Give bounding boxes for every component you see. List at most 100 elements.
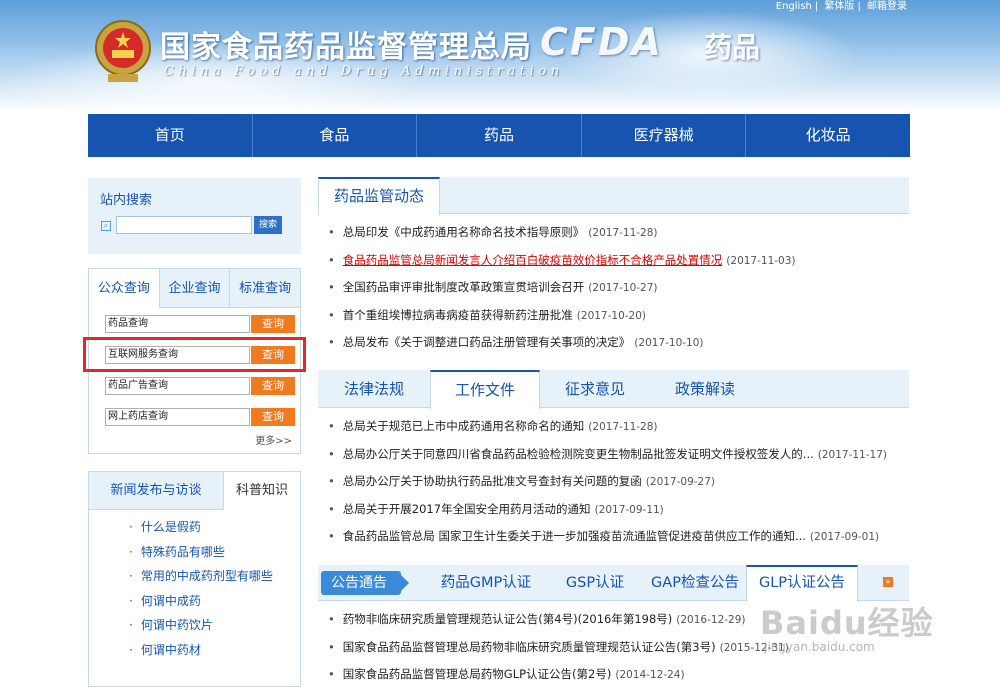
query-field-drug[interactable]: 药品查询 [105, 315, 250, 333]
news-date: (2017-10-27) [588, 282, 658, 295]
announcement-date: (2016-12-29) [676, 614, 746, 626]
query-field-drug-ad[interactable]: 药品广告查询 [105, 377, 250, 395]
query-row: 药品广告查询 查询 [105, 377, 295, 395]
list-item[interactable]: 总局印发《中成药通用名称命名技术指导原则》(2017-11-28) [328, 219, 909, 247]
news-date: (2017-10-10) [634, 337, 704, 350]
announcements-list: 药物非临床研究质量管理规范认证公告(第4号)(2016年第198号) (2016-… [328, 606, 909, 687]
tab-work-documents[interactable]: 工作文件 [430, 370, 540, 409]
site-section-title: 药品 [704, 31, 761, 64]
news-date: (2017-11-28) [588, 227, 658, 239]
nav-food[interactable]: 食品 [253, 114, 418, 157]
link-english[interactable]: English [776, 1, 812, 12]
news-title[interactable]: 食品药品监管总局新闻发言人介绍百白破疫苗效价指标不合格产品处置情况 [343, 253, 723, 267]
tab-gap-inspection[interactable]: GAP检查公告 [644, 565, 746, 601]
doc-date: (2017-09-11) [594, 503, 664, 516]
news-science-panel: 新闻发布与访谈 科普知识 什么是假药 特殊药品有哪些 常用的中成药剂型有哪些 何… [88, 471, 301, 687]
nav-medical-devices[interactable]: 医疗器械 [582, 114, 747, 157]
tab-public-query[interactable]: 公众查询 [89, 269, 159, 308]
list-item[interactable]: 总局关于规范已上市中成药通用名称命名的通知(2017-11-28) [328, 413, 909, 441]
doc-title[interactable]: 食品药品监管总局 国家卫生计生委关于进一步加强疫苗流通监管促进疫苗供应工作的通知… [343, 529, 806, 543]
nav-drugs[interactable]: 药品 [417, 114, 582, 157]
tab-laws-regulations[interactable]: 法律法规 [318, 370, 430, 408]
site-title-cn: 国家食品药品监督管理总局 [160, 30, 532, 65]
announcement-title[interactable]: 国家食品药品监督管理总局药物非临床研究质量管理规范认证公告(第3号) [343, 640, 716, 654]
site-header: English | 繁体版 | 邮箱登录 国家食品药品监督管理总局 China Fo… [0, 0, 1000, 112]
tab-gmp-certification[interactable]: 药品GMP认证 [426, 565, 546, 601]
list-item[interactable]: 何谓中药材 [129, 641, 273, 666]
announcements-badge: 公告通告 [321, 571, 409, 595]
search-button[interactable]: 搜索 [254, 216, 282, 234]
news-title[interactable]: 全国药品审评审批制度改革政策宣贯培训会召开 [343, 280, 585, 294]
top-links: English | 繁体版 | 邮箱登录 [775, 1, 907, 12]
list-item[interactable]: 总局发布《关于调整进口药品注册管理有关事项的决定》(2017-10-10) [328, 329, 909, 357]
news-date: (2017-10-20) [576, 309, 647, 322]
list-item[interactable]: 何谓中成药 [129, 592, 273, 617]
list-item[interactable]: 什么是假药 [129, 518, 273, 543]
list-item[interactable]: 总局办公厅关于同意四川省食品药品检验检测院变更生物制品批签发证明文件授权签发人的… [328, 441, 909, 469]
site-search-panel: 站内搜索 ⌕ 搜索 [88, 178, 301, 254]
doc-date: (2017-09-01) [809, 531, 880, 544]
doc-date: (2017-11-17) [817, 448, 887, 461]
list-item[interactable]: 何谓中药饮片 [129, 616, 273, 641]
nav-cosmetics[interactable]: 化妆品 [746, 114, 910, 157]
panel-tabbar: 法律法规 工作文件 征求意见 政策解读 [318, 370, 909, 409]
announcement-date: (2014-12-24) [615, 669, 685, 682]
tab-drug-regulation-news[interactable]: 药品监管动态 [318, 177, 440, 215]
search-title: 站内搜索 [100, 193, 153, 208]
tab-public-comments[interactable]: 征求意见 [540, 370, 650, 408]
list-item[interactable]: 总局办公厅关于协助执行药品批准文号查封有关问题的复函(2017-09-27) [328, 468, 909, 496]
query-tabs: 公众查询 企业查询 标准查询 [89, 269, 300, 308]
list-item[interactable]: 总局关于开展2017年全国安全用药月活动的通知(2017-09-11) [328, 496, 909, 524]
news-list: 总局印发《中成药通用名称命名技术指导原则》(2017-11-28) 食品药品监管… [328, 219, 909, 357]
tab-glp-certification[interactable]: GLP认证公告 [746, 565, 858, 602]
main-nav: 首页 食品 药品 医疗器械 化妆品 [88, 114, 910, 157]
science-list: 什么是假药 特殊药品有哪些 常用的中成药剂型有哪些 何谓中成药 何谓中药饮片 何… [129, 518, 273, 666]
query-field-online-pharmacy[interactable]: 网上药店查询 [105, 408, 250, 426]
query-button-online-pharmacy[interactable]: 查询 [251, 408, 295, 426]
nav-home[interactable]: 首页 [88, 114, 253, 157]
tab-standard-query[interactable]: 标准查询 [229, 269, 300, 307]
link-traditional[interactable]: 繁体版 [824, 1, 854, 12]
doc-title[interactable]: 总局关于开展2017年全国安全用药月活动的通知 [343, 502, 591, 516]
list-item[interactable]: 全国药品审评审批制度改革政策宣贯培训会召开(2017-10-27) [328, 274, 909, 302]
list-item[interactable]: 常用的中成药剂型有哪些 [129, 567, 273, 592]
link-mail-login[interactable]: 邮箱登录 [867, 1, 907, 12]
tab-news-interviews[interactable]: 新闻发布与访谈 [89, 472, 223, 509]
documents-list: 总局关于规范已上市中成药通用名称命名的通知(2017-11-28) 总局办公厅关… [328, 413, 909, 551]
list-item[interactable]: 食品药品监管总局新闻发言人介绍百白破疫苗效价指标不合格产品处置情况(2017-1… [328, 247, 909, 275]
query-more-link[interactable]: 更多>> [255, 432, 292, 447]
news-date: (2017-11-03) [726, 254, 796, 267]
doc-title[interactable]: 总局办公厅关于协助执行药品批准文号查封有关问题的复函 [343, 474, 642, 488]
site-logo-abbr: CFDA [540, 20, 663, 64]
doc-date: (2017-11-28) [588, 421, 658, 433]
query-row: 药品查询 查询 [105, 315, 295, 333]
announcements-panel: 公告通告 药品GMP认证 GSP认证 GAP检查公告 GLP认证公告 » 药物非… [318, 565, 909, 687]
announcement-title[interactable]: 药物非临床研究质量管理规范认证公告(第4号)(2016年第198号) [343, 612, 672, 626]
query-button-drug[interactable]: 查询 [251, 315, 295, 333]
list-item[interactable]: 国家食品药品监督管理总局药物GLP认证公告(第2号)(2014-12-24) [328, 661, 909, 687]
list-item[interactable]: 特殊药品有哪些 [129, 543, 273, 568]
list-item[interactable]: 药物非临床研究质量管理规范认证公告(第4号)(2016年第198号) (2016-… [328, 606, 909, 634]
tab-enterprise-query[interactable]: 企业查询 [158, 269, 230, 307]
search-input[interactable] [116, 216, 252, 234]
tab-science-knowledge[interactable]: 科普知识 [223, 472, 300, 510]
list-item[interactable]: 食品药品监管总局 国家卫生计生委关于进一步加强疫苗流通监管促进疫苗供应工作的通知… [328, 523, 909, 551]
list-item[interactable]: 首个重组埃博拉病毒病疫苗获得新药注册批准(2017-10-20) [328, 302, 909, 330]
documents-panel: 法律法规 工作文件 征求意见 政策解读 总局关于规范已上市中成药通用名称命名的通… [318, 370, 909, 551]
query-button-drug-ad[interactable]: 查询 [251, 377, 295, 395]
list-item[interactable]: 国家食品药品监督管理总局药物非临床研究质量管理规范认证公告(第3号)(2015-… [328, 634, 909, 662]
tab-gsp-certification[interactable]: GSP认证 [546, 565, 644, 601]
national-emblem-icon [95, 20, 151, 82]
doc-title[interactable]: 总局关于规范已上市中成药通用名称命名的通知 [343, 419, 585, 433]
news-title[interactable]: 总局印发《中成药通用名称命名技术指导原则》 [343, 225, 585, 239]
tab-policy-interpretation[interactable]: 政策解读 [650, 370, 760, 408]
news-title[interactable]: 总局发布《关于调整进口药品注册管理有关事项的决定》 [343, 335, 631, 349]
panel-tabbar: 公告通告 药品GMP认证 GSP认证 GAP检查公告 GLP认证公告 » [318, 565, 909, 602]
announcement-title[interactable]: 国家食品药品监督管理总局药物GLP认证公告(第2号) [343, 667, 612, 681]
rss-icon[interactable]: » [883, 577, 893, 587]
doc-title[interactable]: 总局办公厅关于同意四川省食品药品检验检测院变更生物制品批签发证明文件授权签发人的… [343, 447, 814, 461]
search-icon: ⌕ [101, 221, 111, 231]
news-title[interactable]: 首个重组埃博拉病毒病疫苗获得新药注册批准 [343, 308, 573, 322]
news-science-tabs: 新闻发布与访谈 科普知识 [89, 472, 300, 510]
query-row: 网上药店查询 查询 [105, 408, 295, 426]
